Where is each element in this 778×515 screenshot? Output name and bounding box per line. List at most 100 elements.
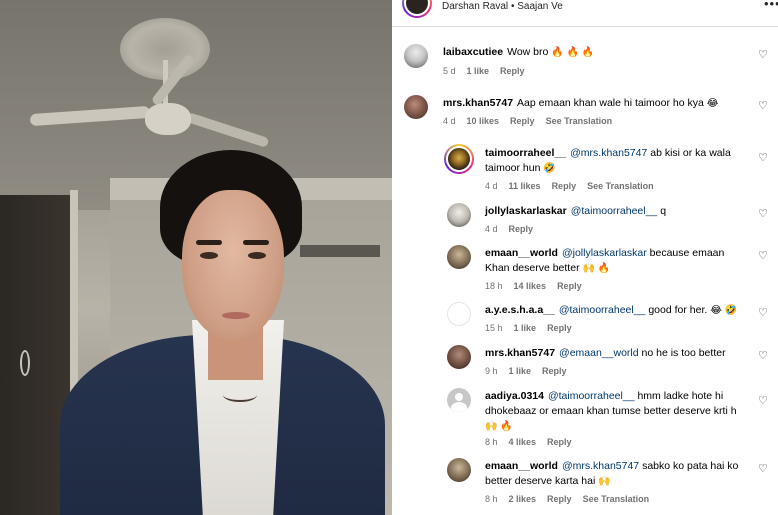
- comment-time[interactable]: 15 h: [485, 323, 503, 333]
- reply-button[interactable]: Reply: [552, 181, 577, 191]
- comment-body: no he is too better: [641, 347, 726, 359]
- comment-username[interactable]: jollylaskarlaskar: [485, 205, 567, 217]
- avatar[interactable]: [447, 245, 471, 269]
- comment-meta: 4 d 10 likes Reply See Translation: [443, 116, 623, 126]
- comment-body: good for her.: [648, 304, 708, 316]
- audio-name[interactable]: Saajan Ve: [517, 1, 563, 12]
- comment-likes[interactable]: 1 like: [514, 323, 537, 333]
- comment-meta: 5 d 1 like Reply: [443, 66, 536, 76]
- heart-icon[interactable]: ♡: [758, 101, 768, 112]
- separator-dot: •: [510, 1, 515, 12]
- comment-likes[interactable]: 10 likes: [467, 116, 500, 126]
- comment-mention[interactable]: @emaan__world: [559, 347, 639, 359]
- avatar[interactable]: [447, 302, 471, 326]
- heart-icon[interactable]: ♡: [758, 251, 768, 262]
- comment-username[interactable]: taimoorraheel__: [485, 147, 566, 159]
- reply-button[interactable]: Reply: [557, 281, 582, 291]
- comment-mention[interactable]: @mrs.khan5747: [562, 460, 639, 472]
- reply-button[interactable]: Reply: [547, 494, 572, 504]
- reply-button[interactable]: Reply: [510, 116, 535, 126]
- comment-username[interactable]: mrs.khan5747: [485, 347, 555, 359]
- comment-likes[interactable]: 1 like: [509, 366, 532, 376]
- person-eyebrow: [196, 240, 222, 245]
- person-eyebrow: [243, 240, 269, 245]
- comment-body: Aap emaan khan wale hi taimoor ho kya: [517, 97, 704, 109]
- avatar[interactable]: [404, 95, 428, 119]
- avatar[interactable]: [447, 345, 471, 369]
- comment-text: aadiya.0314 @taimoorraheel__ hmm ladke ho…: [485, 389, 750, 434]
- author-name[interactable]: Darshan Raval: [442, 1, 508, 12]
- comment-meta: 15 h 1 like Reply: [485, 323, 583, 333]
- comment-meta: 9 h 1 like Reply: [485, 366, 578, 376]
- comment-username[interactable]: laibaxcutiee: [443, 46, 503, 58]
- comment-username[interactable]: emaan__world: [485, 460, 558, 472]
- reply-button[interactable]: Reply: [547, 323, 572, 333]
- comment-emoji: 😂: [706, 98, 719, 109]
- person-mouth: [222, 312, 250, 319]
- comment-mention[interactable]: @taimoorraheel__: [559, 304, 646, 316]
- comment-likes[interactable]: 2 likes: [509, 494, 537, 504]
- avatar[interactable]: [444, 144, 474, 174]
- comment-emoji: 🙌 🔥: [582, 263, 611, 274]
- comment-time[interactable]: 18 h: [485, 281, 503, 291]
- heart-icon[interactable]: ♡: [758, 464, 768, 475]
- comment-likes[interactable]: 1 like: [467, 66, 490, 76]
- comment-text: jollylaskarlaskar @taimoorraheel__ q: [485, 204, 735, 219]
- comment-likes[interactable]: 4 likes: [509, 437, 537, 447]
- heart-icon[interactable]: ♡: [758, 308, 768, 319]
- heart-icon[interactable]: ♡: [758, 153, 768, 164]
- comment-emoji: 🙌: [598, 476, 611, 487]
- comment-text: emaan__world @jollylaskarlaskar because e…: [485, 246, 735, 276]
- comment-emoji: 🤣: [543, 163, 556, 174]
- post-header: Darshan Raval • Saajan Ve •••: [392, 0, 778, 27]
- see-translation-button[interactable]: See Translation: [587, 181, 654, 191]
- comment-mention[interactable]: @taimoorraheel__: [571, 205, 658, 217]
- comment-text: emaan__world @mrs.khan5747 sabko ko pata …: [485, 459, 740, 489]
- see-translation-button[interactable]: See Translation: [583, 494, 650, 504]
- comment-mention[interactable]: @taimoorraheel__: [548, 390, 635, 402]
- comment-likes[interactable]: 14 likes: [514, 281, 547, 291]
- person-eye: [248, 252, 266, 259]
- comment-time[interactable]: 4 d: [443, 116, 456, 126]
- reply-button[interactable]: Reply: [500, 66, 525, 76]
- default-avatar-icon[interactable]: [447, 388, 471, 412]
- comment-text: mrs.khan5747 @emaan__world no he is too b…: [485, 346, 755, 361]
- comment-text: mrs.khan5747 Aap emaan khan wale hi taimo…: [443, 96, 753, 111]
- ceiling-fan-hub: [145, 103, 191, 135]
- reply-button[interactable]: Reply: [509, 224, 534, 234]
- avatar[interactable]: [404, 44, 428, 68]
- comment-time[interactable]: 9 h: [485, 366, 498, 376]
- comment-likes[interactable]: 11 likes: [509, 181, 541, 191]
- comment-time[interactable]: 8 h: [485, 437, 498, 447]
- comments-panel[interactable]: Darshan Raval • Saajan Ve ••• laibaxcuti…: [392, 0, 778, 515]
- comment-username[interactable]: a.y.e.s.h.a.a__: [485, 304, 555, 316]
- heart-icon[interactable]: ♡: [758, 396, 768, 407]
- comment-username[interactable]: mrs.khan5747: [443, 97, 513, 109]
- comment-time[interactable]: 4 d: [485, 224, 498, 234]
- more-options-icon[interactable]: •••: [764, 0, 778, 11]
- person-necklace: [223, 388, 257, 402]
- author-avatar[interactable]: [402, 0, 432, 18]
- heart-icon[interactable]: ♡: [758, 209, 768, 220]
- comment-emoji: 🔥 🔥 🔥: [551, 47, 595, 58]
- reply-button[interactable]: Reply: [542, 366, 567, 376]
- avatar[interactable]: [447, 203, 471, 227]
- reel-video[interactable]: [0, 0, 392, 515]
- comment-text: a.y.e.s.h.a.a__ @taimoorraheel__ good for…: [485, 303, 755, 318]
- reply-button[interactable]: Reply: [547, 437, 572, 447]
- comment-time[interactable]: 8 h: [485, 494, 498, 504]
- comment-text: taimoorraheel__ @mrs.khan5747 ab kisi or …: [485, 146, 735, 176]
- comment-username[interactable]: aadiya.0314: [485, 390, 544, 402]
- wall-shelf: [300, 245, 380, 257]
- comment-time[interactable]: 4 d: [485, 181, 498, 191]
- comment-mention[interactable]: @mrs.khan5747: [570, 147, 647, 159]
- comment-time[interactable]: 5 d: [443, 66, 456, 76]
- comment-text: laibaxcutiee Wow bro 🔥 🔥 🔥: [443, 45, 743, 60]
- heart-icon[interactable]: ♡: [758, 351, 768, 362]
- heart-icon[interactable]: ♡: [758, 50, 768, 61]
- avatar[interactable]: [447, 458, 471, 482]
- see-translation-button[interactable]: See Translation: [546, 116, 613, 126]
- comment-username[interactable]: emaan__world: [485, 247, 558, 259]
- post-title: Darshan Raval • Saajan Ve: [442, 1, 563, 13]
- comment-mention[interactable]: @jollylaskarlaskar: [562, 247, 647, 259]
